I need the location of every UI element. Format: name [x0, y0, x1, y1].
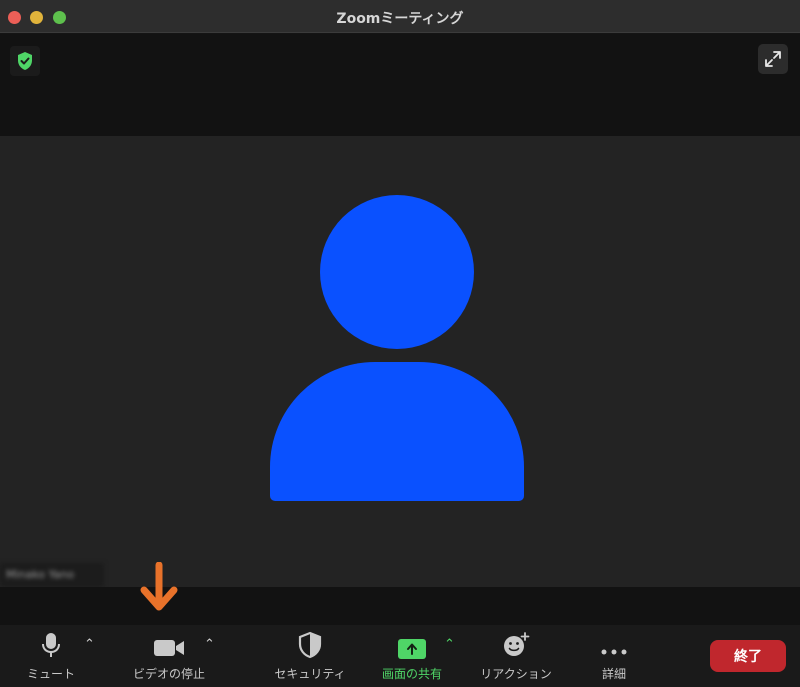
share-screen-icon — [398, 639, 426, 659]
mute-options-chevron-up-icon[interactable]: ⌃ — [84, 638, 95, 651]
share-screen-button[interactable]: 画面の共有 — [370, 625, 454, 687]
security-shield-icon — [298, 631, 322, 659]
stop-video-label: ビデオの停止 — [132, 667, 205, 681]
expand-icon — [765, 51, 781, 67]
mute-button[interactable]: ミュート — [20, 625, 82, 687]
zoom-meeting-window: Zoomミーティング Minako Yano ミュート ⌃ ビデオの停止 ⌃ セ… — [0, 0, 800, 687]
more-button[interactable]: 詳細 — [584, 625, 644, 687]
security-button[interactable]: セキュリティ — [262, 625, 358, 687]
reactions-label: リアクション — [480, 667, 552, 681]
participant-avatar-head — [320, 195, 474, 349]
participant-name-tag: Minako Yano — [0, 563, 104, 587]
meeting-toolbar: ミュート ⌃ ビデオの停止 ⌃ セキュリティ 画面の共有 ⌃ リアクション 詳細 — [0, 625, 800, 687]
encryption-badge[interactable] — [10, 46, 40, 76]
more-label: 詳細 — [601, 667, 626, 681]
down-arrow-annotation — [140, 562, 178, 611]
window-title: Zoomミーティング — [336, 11, 464, 27]
video-camera-icon — [154, 640, 184, 656]
more-dots-icon — [601, 649, 627, 655]
stop-video-button[interactable]: ビデオの停止 — [118, 625, 220, 687]
fullscreen-button[interactable] — [758, 44, 788, 74]
share-screen-label: 画面の共有 — [381, 667, 442, 681]
security-label: セキュリティ — [274, 667, 346, 681]
reaction-smiley-icon — [504, 632, 530, 656]
video-options-chevron-up-icon[interactable]: ⌃ — [204, 638, 215, 651]
mute-label: ミュート — [26, 667, 75, 681]
share-options-chevron-up-icon[interactable]: ⌃ — [444, 638, 455, 651]
title-bar: Zoomミーティング — [0, 0, 800, 33]
microphone-icon — [42, 633, 60, 657]
end-meeting-button[interactable]: 終了 — [710, 640, 786, 672]
video-bottom-strip — [0, 587, 800, 625]
reactions-button[interactable]: リアクション — [470, 625, 562, 687]
shield-check-icon — [18, 52, 32, 70]
top-bar-area — [0, 34, 800, 136]
